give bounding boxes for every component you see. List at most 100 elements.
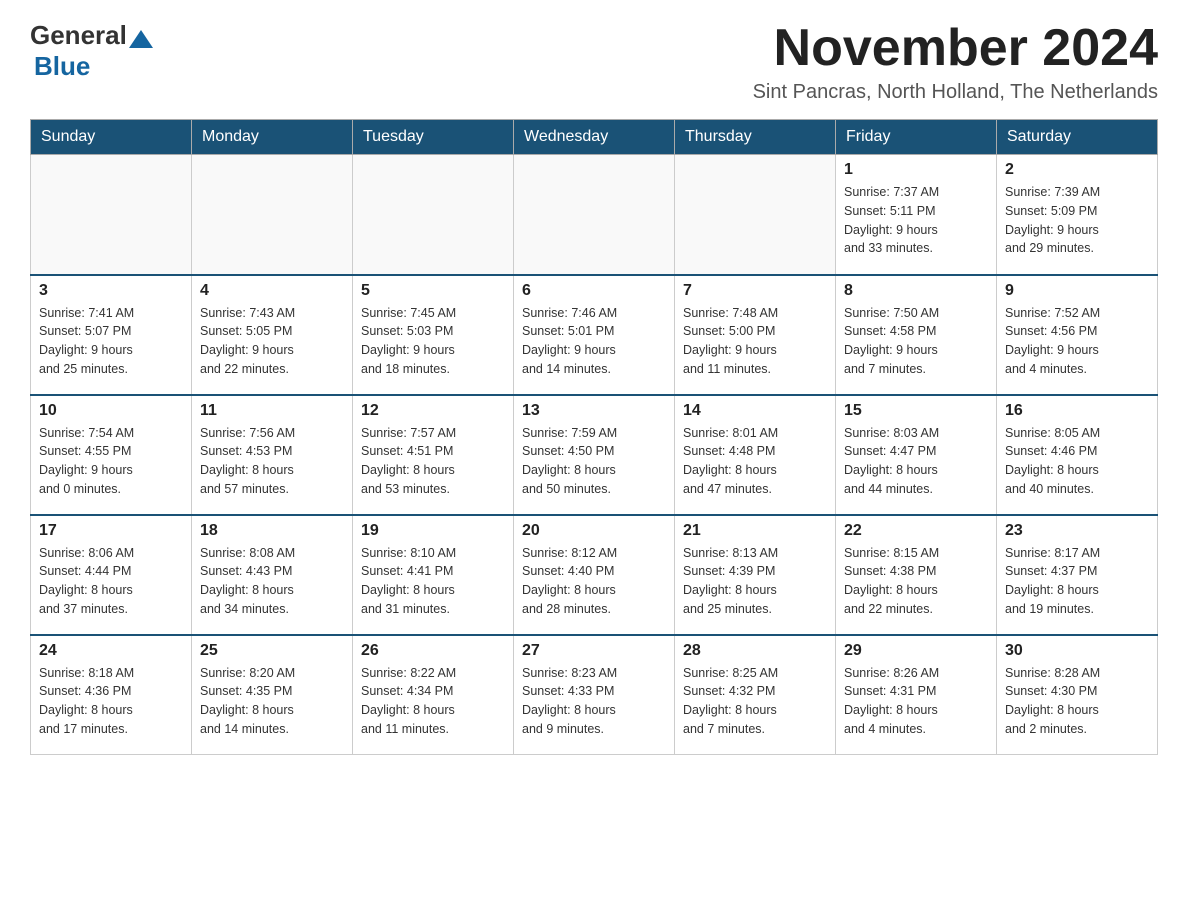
day-info: Sunrise: 8:01 AM Sunset: 4:48 PM Dayligh… <box>683 424 827 499</box>
calendar-cell: 30 Sunrise: 8:28 AM Sunset: 4:30 PM Dayli… <box>997 635 1158 755</box>
day-number: 27 <box>522 642 666 660</box>
logo-general-text: General <box>30 20 127 51</box>
calendar-cell: 4 Sunrise: 7:43 AM Sunset: 5:05 PM Daylig… <box>192 275 353 395</box>
day-info: Sunrise: 8:05 AM Sunset: 4:46 PM Dayligh… <box>1005 424 1149 499</box>
calendar-cell: 2 Sunrise: 7:39 AM Sunset: 5:09 PM Daylig… <box>997 155 1158 275</box>
day-info: Sunrise: 7:50 AM Sunset: 4:58 PM Dayligh… <box>844 304 988 379</box>
day-info: Sunrise: 8:06 AM Sunset: 4:44 PM Dayligh… <box>39 544 183 619</box>
calendar-table: SundayMondayTuesdayWednesdayThursdayFrid… <box>30 119 1158 755</box>
calendar-cell: 28Sunrise: 8:25 AM Sunset: 4:32 PM Dayli… <box>675 635 836 755</box>
day-info: Sunrise: 8:25 AM Sunset: 4:32 PM Dayligh… <box>683 664 827 739</box>
weekday-header-thursday: Thursday <box>675 120 836 155</box>
calendar-week-row: 10 Sunrise: 7:54 AM Sunset: 4:55 PM Dayli… <box>31 395 1158 515</box>
day-info: Sunrise: 7:45 AM Sunset: 5:03 PM Dayligh… <box>361 304 505 379</box>
day-info: Sunrise: 7:48 AM Sunset: 5:00 PM Dayligh… <box>683 304 827 379</box>
calendar-cell: 1Sunrise: 7:37 AM Sunset: 5:11 PM Daylig… <box>836 155 997 275</box>
day-number: 8 <box>844 282 988 300</box>
location-subtitle: Sint Pancras, North Holland, The Netherl… <box>753 81 1158 104</box>
day-info: Sunrise: 7:41 AM Sunset: 5:07 PM Dayligh… <box>39 304 183 379</box>
calendar-cell: 19Sunrise: 8:10 AM Sunset: 4:41 PM Dayli… <box>353 515 514 635</box>
day-info: Sunrise: 7:46 AM Sunset: 5:01 PM Dayligh… <box>522 304 666 379</box>
calendar-cell: 10 Sunrise: 7:54 AM Sunset: 4:55 PM Dayli… <box>31 395 192 515</box>
calendar-cell: 15 Sunrise: 8:03 AM Sunset: 4:47 PM Dayli… <box>836 395 997 515</box>
day-info: Sunrise: 8:26 AM Sunset: 4:31 PM Dayligh… <box>844 664 988 739</box>
day-info: Sunrise: 7:52 AM Sunset: 4:56 PM Dayligh… <box>1005 304 1149 379</box>
weekday-header-saturday: Saturday <box>997 120 1158 155</box>
day-info: Sunrise: 8:28 AM Sunset: 4:30 PM Dayligh… <box>1005 664 1149 739</box>
day-number: 5 <box>361 282 505 300</box>
weekday-header-sunday: Sunday <box>31 120 192 155</box>
calendar-week-row: 24 Sunrise: 8:18 AM Sunset: 4:36 PM Dayli… <box>31 635 1158 755</box>
weekday-header-row: SundayMondayTuesdayWednesdayThursdayFrid… <box>31 120 1158 155</box>
day-number: 2 <box>1005 161 1149 179</box>
calendar-cell: 22 Sunrise: 8:15 AM Sunset: 4:38 PM Dayli… <box>836 515 997 635</box>
calendar-cell: 12Sunrise: 7:57 AM Sunset: 4:51 PM Dayli… <box>353 395 514 515</box>
day-number: 7 <box>683 282 827 300</box>
day-info: Sunrise: 8:18 AM Sunset: 4:36 PM Dayligh… <box>39 664 183 739</box>
calendar-cell: 3 Sunrise: 7:41 AM Sunset: 5:07 PM Daylig… <box>31 275 192 395</box>
day-info: Sunrise: 8:20 AM Sunset: 4:35 PM Dayligh… <box>200 664 344 739</box>
calendar-cell <box>31 155 192 275</box>
calendar-cell: 5 Sunrise: 7:45 AM Sunset: 5:03 PM Daylig… <box>353 275 514 395</box>
calendar-cell <box>514 155 675 275</box>
day-number: 16 <box>1005 402 1149 420</box>
calendar-cell: 8 Sunrise: 7:50 AM Sunset: 4:58 PM Daylig… <box>836 275 997 395</box>
calendar-cell: 17 Sunrise: 8:06 AM Sunset: 4:44 PM Dayli… <box>31 515 192 635</box>
day-info: Sunrise: 8:15 AM Sunset: 4:38 PM Dayligh… <box>844 544 988 619</box>
calendar-cell: 29 Sunrise: 8:26 AM Sunset: 4:31 PM Dayli… <box>836 635 997 755</box>
calendar-week-row: 17 Sunrise: 8:06 AM Sunset: 4:44 PM Dayli… <box>31 515 1158 635</box>
calendar-week-row: 1Sunrise: 7:37 AM Sunset: 5:11 PM Daylig… <box>31 155 1158 275</box>
day-info: Sunrise: 7:57 AM Sunset: 4:51 PM Dayligh… <box>361 424 505 499</box>
day-number: 11 <box>200 402 344 420</box>
day-number: 21 <box>683 522 827 540</box>
calendar-cell: 26 Sunrise: 8:22 AM Sunset: 4:34 PM Dayli… <box>353 635 514 755</box>
day-info: Sunrise: 7:43 AM Sunset: 5:05 PM Dayligh… <box>200 304 344 379</box>
day-number: 22 <box>844 522 988 540</box>
day-number: 29 <box>844 642 988 660</box>
day-number: 26 <box>361 642 505 660</box>
day-number: 6 <box>522 282 666 300</box>
day-number: 30 <box>1005 642 1149 660</box>
weekday-header-friday: Friday <box>836 120 997 155</box>
day-info: Sunrise: 8:08 AM Sunset: 4:43 PM Dayligh… <box>200 544 344 619</box>
day-number: 10 <box>39 402 183 420</box>
calendar-cell: 21 Sunrise: 8:13 AM Sunset: 4:39 PM Dayli… <box>675 515 836 635</box>
calendar-cell: 18 Sunrise: 8:08 AM Sunset: 4:43 PM Dayli… <box>192 515 353 635</box>
day-info: Sunrise: 8:13 AM Sunset: 4:39 PM Dayligh… <box>683 544 827 619</box>
day-number: 9 <box>1005 282 1149 300</box>
calendar-cell: 24 Sunrise: 8:18 AM Sunset: 4:36 PM Dayli… <box>31 635 192 755</box>
day-number: 24 <box>39 642 183 660</box>
calendar-cell: 6 Sunrise: 7:46 AM Sunset: 5:01 PM Daylig… <box>514 275 675 395</box>
calendar-cell: 9 Sunrise: 7:52 AM Sunset: 4:56 PM Daylig… <box>997 275 1158 395</box>
day-number: 4 <box>200 282 344 300</box>
calendar-cell: 27 Sunrise: 8:23 AM Sunset: 4:33 PM Dayli… <box>514 635 675 755</box>
logo-triangle-icon <box>129 30 153 48</box>
calendar-cell: 20Sunrise: 8:12 AM Sunset: 4:40 PM Dayli… <box>514 515 675 635</box>
day-info: Sunrise: 8:17 AM Sunset: 4:37 PM Dayligh… <box>1005 544 1149 619</box>
day-info: Sunrise: 7:39 AM Sunset: 5:09 PM Dayligh… <box>1005 183 1149 258</box>
day-number: 3 <box>39 282 183 300</box>
calendar-week-row: 3 Sunrise: 7:41 AM Sunset: 5:07 PM Daylig… <box>31 275 1158 395</box>
day-info: Sunrise: 7:37 AM Sunset: 5:11 PM Dayligh… <box>844 183 988 258</box>
day-info: Sunrise: 8:22 AM Sunset: 4:34 PM Dayligh… <box>361 664 505 739</box>
weekday-header-wednesday: Wednesday <box>514 120 675 155</box>
calendar-cell: 14Sunrise: 8:01 AM Sunset: 4:48 PM Dayli… <box>675 395 836 515</box>
day-info: Sunrise: 8:23 AM Sunset: 4:33 PM Dayligh… <box>522 664 666 739</box>
calendar-cell: 25Sunrise: 8:20 AM Sunset: 4:35 PM Dayli… <box>192 635 353 755</box>
day-number: 15 <box>844 402 988 420</box>
calendar-cell <box>675 155 836 275</box>
day-number: 13 <box>522 402 666 420</box>
day-info: Sunrise: 8:12 AM Sunset: 4:40 PM Dayligh… <box>522 544 666 619</box>
day-info: Sunrise: 7:59 AM Sunset: 4:50 PM Dayligh… <box>522 424 666 499</box>
day-number: 17 <box>39 522 183 540</box>
day-info: Sunrise: 7:54 AM Sunset: 4:55 PM Dayligh… <box>39 424 183 499</box>
day-number: 19 <box>361 522 505 540</box>
day-number: 18 <box>200 522 344 540</box>
calendar-cell: 7 Sunrise: 7:48 AM Sunset: 5:00 PM Daylig… <box>675 275 836 395</box>
page-header: General Blue November 2024 Sint Pancras,… <box>30 20 1158 104</box>
day-info: Sunrise: 8:03 AM Sunset: 4:47 PM Dayligh… <box>844 424 988 499</box>
calendar-title-area: November 2024 Sint Pancras, North Hollan… <box>753 20 1158 104</box>
calendar-cell: 13 Sunrise: 7:59 AM Sunset: 4:50 PM Dayli… <box>514 395 675 515</box>
month-title: November 2024 <box>753 20 1158 77</box>
weekday-header-tuesday: Tuesday <box>353 120 514 155</box>
